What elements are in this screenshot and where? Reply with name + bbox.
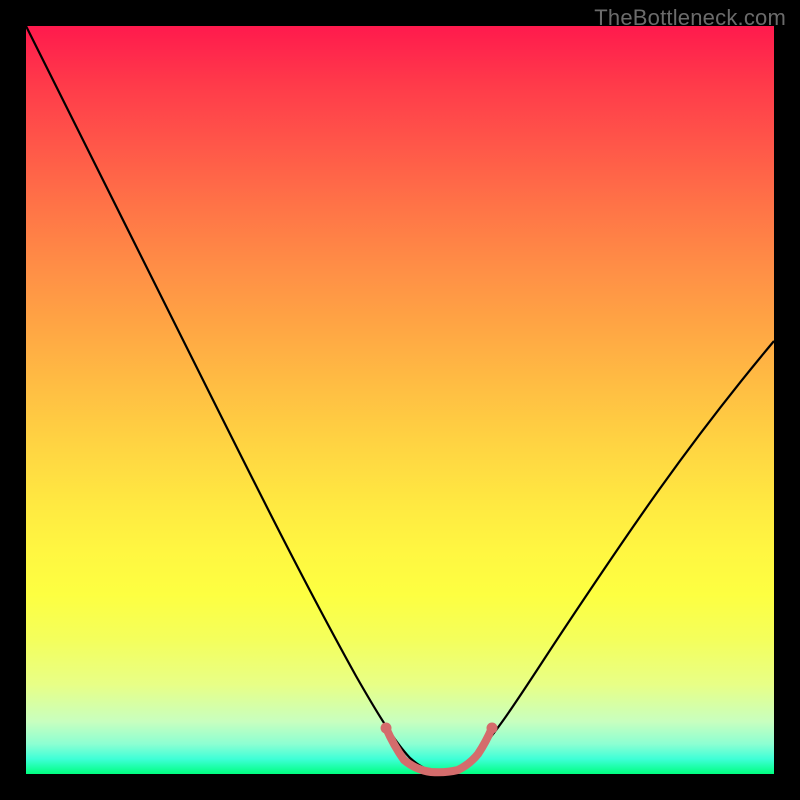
marker-dot-right: [487, 723, 498, 734]
optimal-zone-marker: [386, 728, 492, 772]
plot-area: [26, 26, 774, 774]
curve-layer: [26, 26, 774, 774]
chart-frame: TheBottleneck.com: [0, 0, 800, 800]
bottleneck-curve: [26, 26, 774, 772]
marker-dot-left: [381, 723, 392, 734]
